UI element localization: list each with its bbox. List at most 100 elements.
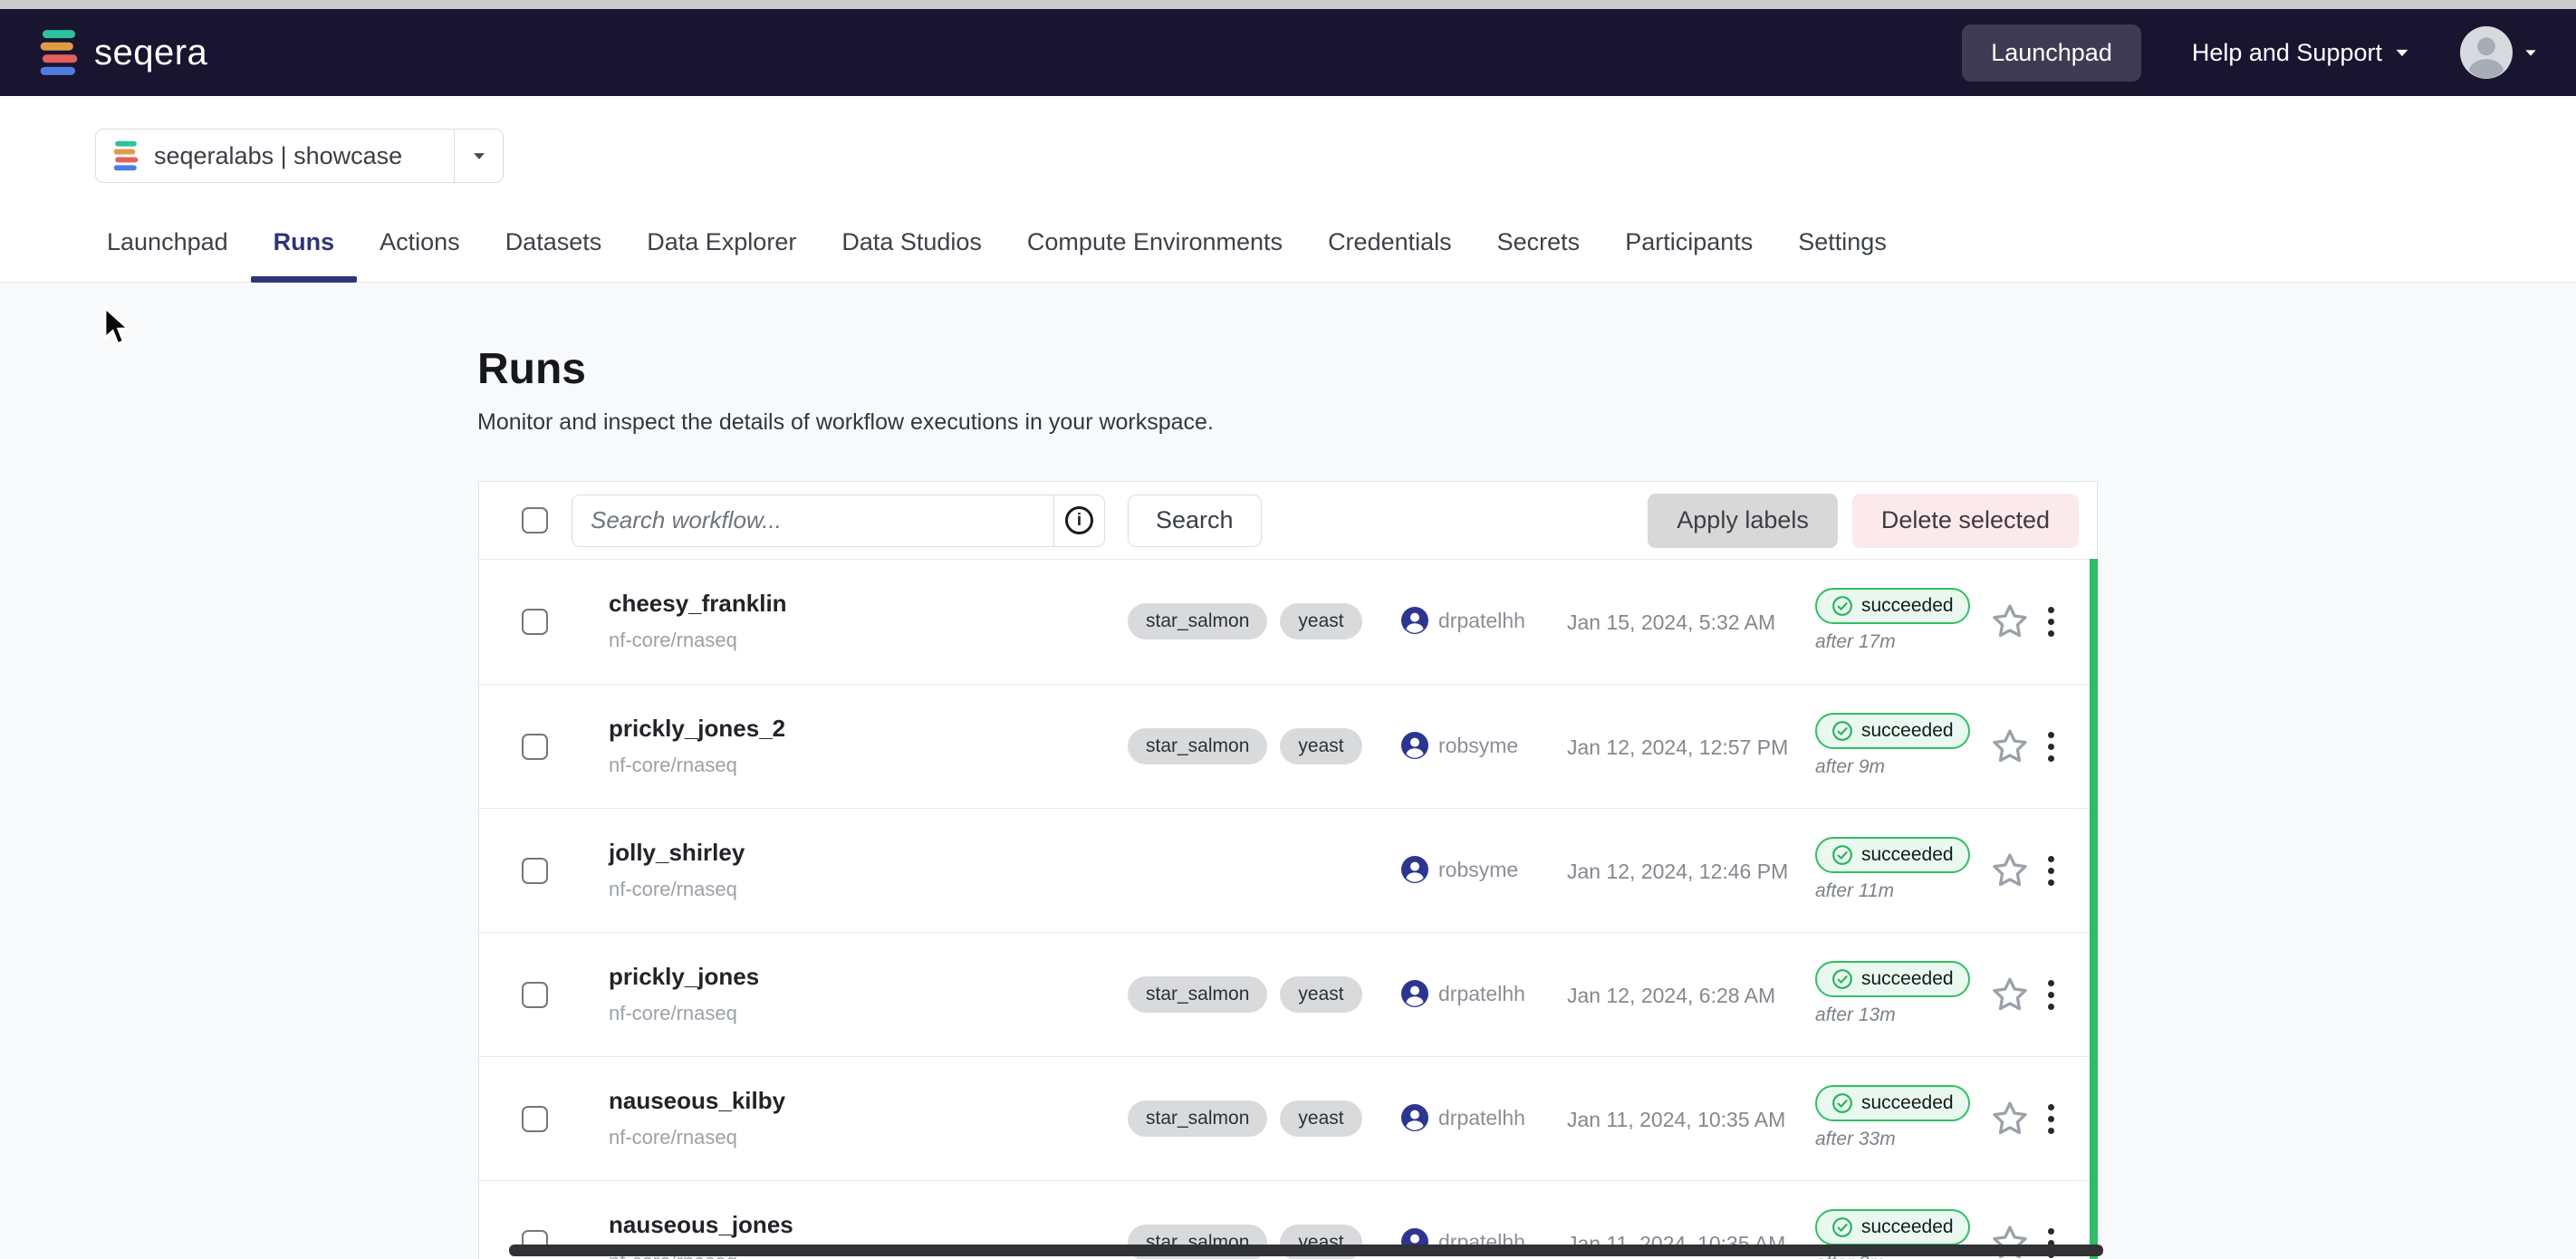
kebab-menu-icon[interactable] [2044, 978, 2057, 1012]
check-circle-icon [1831, 595, 1853, 617]
tab-secrets[interactable]: Secrets [1475, 228, 1603, 283]
window-top-strip [0, 0, 2576, 9]
user-avatar-icon [1401, 1104, 1428, 1131]
pipeline-name: nf-core/rnaseq [609, 878, 745, 901]
page-title: Runs [477, 344, 586, 394]
launchpad-button[interactable]: Launchpad [1962, 24, 2141, 82]
tab-participants[interactable]: Participants [1602, 228, 1775, 283]
table-right-green-strip [2090, 559, 2098, 1259]
user-avatar-icon [1401, 980, 1428, 1007]
pipeline-name: nf-core/rnaseq [609, 1126, 785, 1149]
run-name[interactable]: cheesy_franklin [609, 590, 787, 618]
workspace-selector[interactable]: seqeralabs | showcase [95, 129, 504, 183]
kebab-menu-icon[interactable] [2044, 605, 2057, 639]
status-badge: succeeded [1815, 961, 1970, 997]
workspace-dropdown-toggle[interactable] [454, 130, 503, 182]
run-name[interactable]: prickly_jones_2 [609, 715, 785, 743]
star-icon[interactable] [1990, 851, 2030, 890]
username: drpatelhh [1438, 982, 1525, 1006]
run-name[interactable]: prickly_jones [609, 963, 759, 991]
status-label: succeeded [1861, 844, 1954, 866]
help-and-support-menu[interactable]: Help and Support [2192, 39, 2409, 67]
row-checkbox[interactable] [522, 1106, 548, 1132]
runs-toolbar: i Search Apply labels Delete selected [479, 482, 2097, 560]
search-button[interactable]: Search [1128, 495, 1262, 547]
tab-runs[interactable]: Runs [251, 228, 358, 283]
tab-compute-environments[interactable]: Compute Environments [1004, 228, 1305, 283]
check-circle-icon [1831, 968, 1853, 990]
tab-label: Data Explorer [647, 228, 796, 256]
row-checkbox[interactable] [522, 609, 548, 635]
status-badge: succeeded [1815, 1085, 1970, 1121]
status-badge: succeeded [1815, 1209, 1970, 1245]
row-checkbox[interactable] [522, 734, 548, 760]
search-info-button[interactable]: i [1053, 495, 1104, 546]
star-icon[interactable] [1990, 601, 2030, 641]
tab-label: Data Studios [841, 228, 982, 256]
select-all-checkbox[interactable] [522, 507, 548, 533]
run-date: Jan 15, 2024, 5:32 AM [1567, 610, 1775, 635]
tab-launchpad[interactable]: Launchpad [84, 228, 251, 283]
chevron-down-icon [2525, 50, 2535, 55]
check-circle-icon [1831, 1216, 1853, 1238]
search-input[interactable] [572, 495, 1053, 546]
check-circle-icon [1831, 720, 1853, 742]
workspace-name: seqeralabs | showcase [154, 142, 402, 170]
run-duration: after 17m [1815, 631, 1970, 653]
row-checkbox[interactable] [522, 982, 548, 1008]
apply-labels-button[interactable]: Apply labels [1648, 494, 1838, 548]
run-duration: after 13m [1815, 1004, 1970, 1026]
tab-data-studios[interactable]: Data Studios [819, 228, 1004, 283]
run-user: robsyme [1401, 856, 1518, 883]
avatar-icon [2460, 26, 2513, 79]
status-label: succeeded [1861, 720, 1954, 742]
chevron-down-icon [474, 153, 485, 159]
username: robsyme [1438, 734, 1518, 758]
table-row: prickly_jones_2 nf-core/rnaseq star_salm… [479, 684, 2097, 808]
check-circle-icon [1831, 1092, 1853, 1114]
star-icon[interactable] [1990, 726, 2030, 766]
status-block: succeeded after 13m [1815, 961, 1970, 1026]
tab-settings[interactable]: Settings [1775, 228, 1909, 283]
table-row: jolly_shirley nf-core/rnaseq robsyme Jan… [479, 808, 2097, 932]
status-label: succeeded [1861, 968, 1954, 990]
kebab-menu-icon[interactable] [2044, 1102, 2057, 1136]
label-pills: star_salmonyeast [1128, 728, 1362, 764]
user-menu[interactable] [2460, 26, 2538, 79]
table-row: prickly_jones nf-core/rnaseq star_salmon… [479, 932, 2097, 1056]
star-icon[interactable] [1990, 1099, 2030, 1139]
tab-datasets[interactable]: Datasets [483, 228, 625, 283]
pipeline-name: nf-core/rnaseq [609, 754, 785, 777]
run-date: Jan 11, 2024, 10:35 AM [1567, 1108, 1785, 1132]
delete-selected-button[interactable]: Delete selected [1852, 494, 2079, 548]
kebab-menu-icon[interactable] [2044, 730, 2057, 764]
tab-data-explorer[interactable]: Data Explorer [624, 228, 819, 283]
kebab-menu-icon[interactable] [2044, 854, 2057, 888]
label-pill: yeast [1280, 728, 1361, 764]
status-badge: succeeded [1815, 713, 1970, 749]
tab-label: Secrets [1497, 228, 1581, 256]
run-name[interactable]: nauseous_kilby [609, 1087, 785, 1115]
username: drpatelhh [1438, 1106, 1525, 1130]
label-pill: star_salmon [1128, 976, 1267, 1013]
mouse-cursor [101, 306, 139, 348]
label-pills: star_salmonyeast [1128, 1100, 1362, 1137]
run-user: robsyme [1401, 732, 1518, 759]
run-duration: after 11m [1815, 880, 1970, 902]
run-duration: after 9m [1815, 756, 1970, 778]
brand[interactable]: seqera [38, 29, 207, 76]
row-checkbox[interactable] [522, 858, 548, 884]
horizontal-scrollbar[interactable] [509, 1245, 2103, 1256]
runs-table-card: i Search Apply labels Delete selected ch… [478, 481, 2098, 1259]
tab-label: Runs [274, 228, 335, 256]
run-name[interactable]: jolly_shirley [609, 839, 745, 867]
run-user: drpatelhh [1401, 980, 1525, 1007]
username: drpatelhh [1438, 609, 1525, 633]
pipeline-name: nf-core/rnaseq [609, 629, 787, 652]
tab-credentials[interactable]: Credentials [1305, 228, 1475, 283]
tab-actions[interactable]: Actions [357, 228, 483, 283]
run-duration: after 33m [1815, 1129, 1970, 1150]
status-badge: succeeded [1815, 588, 1970, 624]
star-icon[interactable] [1990, 975, 2030, 1014]
run-name[interactable]: nauseous_jones [609, 1211, 793, 1239]
